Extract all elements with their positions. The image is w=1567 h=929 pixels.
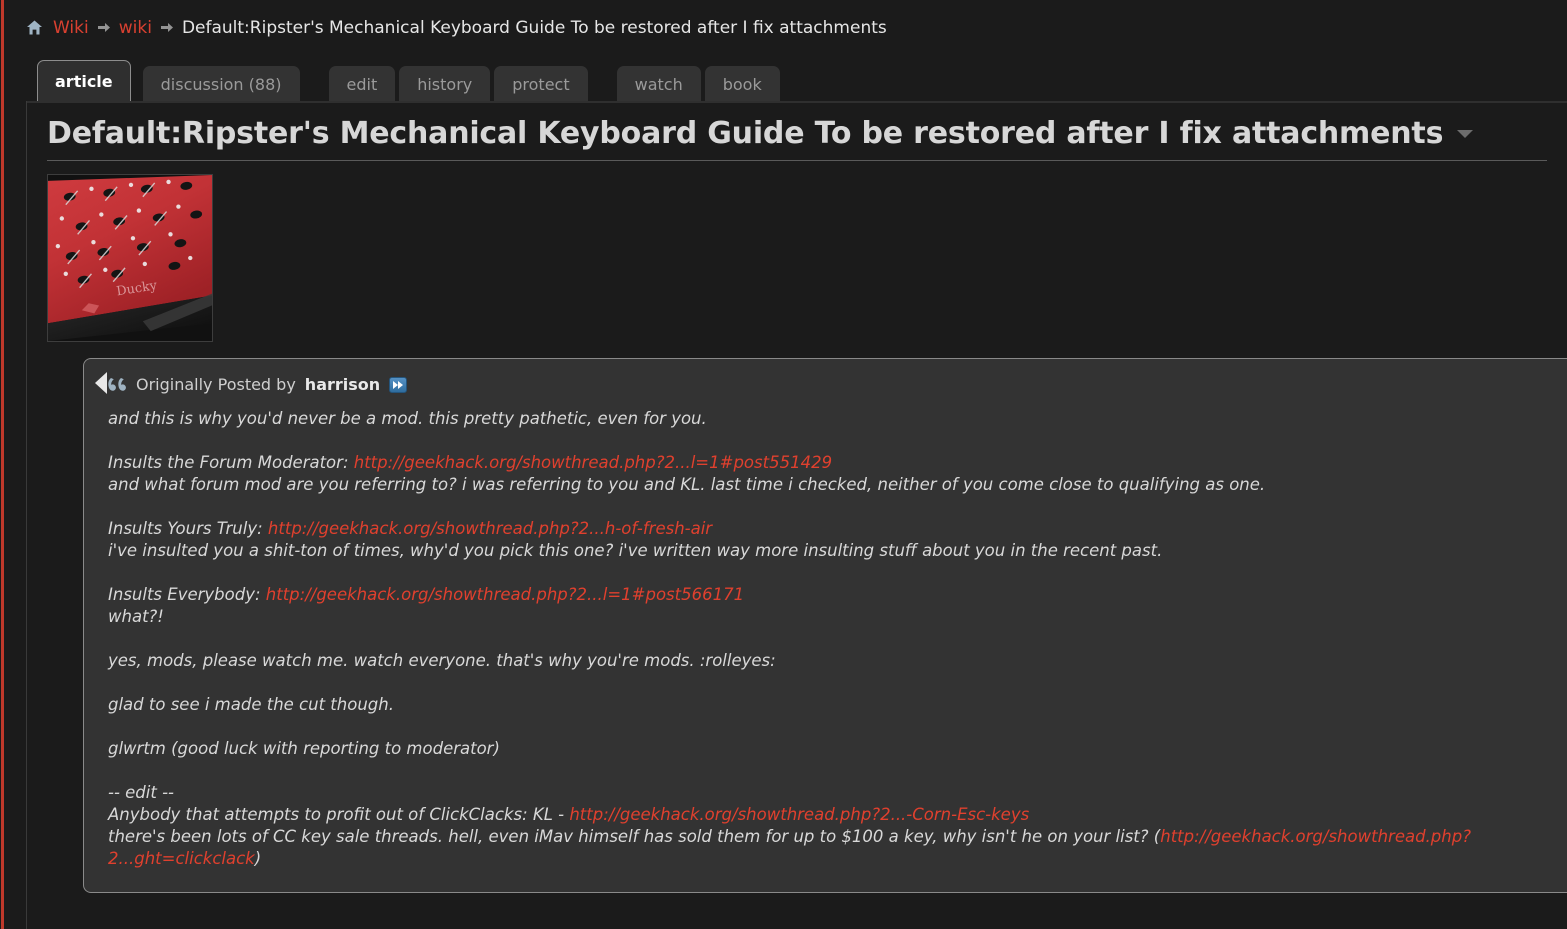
quote-line: Insults Everybody: http://geekhack.org/s… xyxy=(108,585,744,604)
quote-paragraph-6: glad to see i made the cut though. xyxy=(108,694,1567,716)
tab-edit[interactable]: edit xyxy=(328,66,396,101)
quote-text: Insults Yours Truly: xyxy=(108,519,268,538)
quote-line: glad to see i made the cut though. xyxy=(108,695,394,714)
quote-attribution: Originally Posted by harrison xyxy=(104,375,1567,394)
quote-paragraph-edit: -- edit -- Anybody that attempts to prof… xyxy=(108,782,1567,870)
title-row: Default:Ripster's Mechanical Keyboard Gu… xyxy=(27,102,1567,151)
quote-text: there's been lots of CC key sale threads… xyxy=(108,827,1161,846)
quote-text-close-paren: ) xyxy=(254,849,262,868)
quote-text: Anybody that attempts to profit out of C… xyxy=(108,805,570,824)
quote-pointer-icon xyxy=(95,372,107,394)
quote-line: -- edit -- xyxy=(108,783,174,802)
quote-line: glwrtm (good luck with reporting to mode… xyxy=(108,739,500,758)
tab-bar: article discussion (88) edit history pro… xyxy=(0,55,1567,101)
quote-attribution-prefix: Originally Posted by xyxy=(136,375,296,394)
breadcrumb-current-page: Default:Ripster's Mechanical Keyboard Gu… xyxy=(181,17,887,38)
quote-paragraph-1: and this is why you'd never be a mod. th… xyxy=(108,408,1567,430)
arrow-right-icon-2 xyxy=(160,21,174,34)
quote-area: Originally Posted by harrison and this i… xyxy=(27,358,1567,893)
quote-line: Insults the Forum Moderator: http://geek… xyxy=(108,453,832,472)
tab-protect[interactable]: protect xyxy=(494,66,588,101)
tab-history[interactable]: history xyxy=(399,66,491,101)
quote-text: Insults Everybody: xyxy=(108,585,266,604)
quote-line: and this is why you'd never be a mod. th… xyxy=(108,409,707,428)
quote-text: Insults the Forum Moderator: xyxy=(108,453,354,472)
quote-line: Anybody that attempts to profit out of C… xyxy=(108,805,1029,824)
quote-link-corn-esc-keys[interactable]: http://geekhack.org/showthread.php?2...-… xyxy=(569,805,1029,824)
quote-line: and what forum mod are you referring to?… xyxy=(108,475,1266,494)
keyboard-pcb-image: Ducky xyxy=(48,175,212,341)
view-post-icon[interactable] xyxy=(389,376,408,393)
quote-line: what?! xyxy=(108,607,164,626)
home-icon[interactable] xyxy=(26,19,43,36)
left-edge-rail xyxy=(1,0,4,929)
quote-block: Originally Posted by harrison and this i… xyxy=(83,358,1567,893)
quote-line: i've insulted you a shit-ton of times, w… xyxy=(108,541,1163,560)
tab-article[interactable]: article xyxy=(37,60,131,101)
page-title: Default:Ripster's Mechanical Keyboard Gu… xyxy=(47,116,1444,151)
tab-watch[interactable]: watch xyxy=(616,66,701,101)
article-panel: Default:Ripster's Mechanical Keyboard Gu… xyxy=(26,93,1567,929)
breadcrumb: Wiki wiki Default:Ripster's Mechanical K… xyxy=(0,0,1567,55)
breadcrumb-item-wiki-root[interactable]: Wiki xyxy=(53,18,89,38)
quote-link-everybody[interactable]: http://geekhack.org/showthread.php?2...l… xyxy=(266,585,744,604)
title-divider xyxy=(47,160,1547,161)
quote-paragraph-2: Insults the Forum Moderator: http://geek… xyxy=(108,452,1567,496)
arrow-right-icon xyxy=(97,21,111,34)
breadcrumb-item-wiki[interactable]: wiki xyxy=(119,18,152,38)
quote-paragraph-4: Insults Everybody: http://geekhack.org/s… xyxy=(108,584,1567,628)
chevron-down-icon[interactable] xyxy=(1457,129,1474,138)
quote-marks-icon xyxy=(108,377,127,392)
quote-line: yes, mods, please watch me. watch everyo… xyxy=(108,651,776,670)
quote-line: Insults Yours Truly: http://geekhack.org… xyxy=(108,519,712,538)
quote-body: and this is why you'd never be a mod. th… xyxy=(104,408,1567,870)
quote-paragraph-5: yes, mods, please watch me. watch everyo… xyxy=(108,650,1567,672)
quote-paragraph-7: glwrtm (good luck with reporting to mode… xyxy=(108,738,1567,760)
quote-link-moderator[interactable]: http://geekhack.org/showthread.php?2...l… xyxy=(354,453,832,472)
quote-author[interactable]: harrison xyxy=(305,375,380,394)
tab-discussion[interactable]: discussion (88) xyxy=(142,66,300,101)
quote-line: there's been lots of CC key sale threads… xyxy=(108,827,1471,868)
article-thumbnail[interactable]: Ducky xyxy=(47,174,213,342)
tab-book[interactable]: book xyxy=(704,66,780,101)
quote-paragraph-3: Insults Yours Truly: http://geekhack.org… xyxy=(108,518,1567,562)
quote-link-yours-truly[interactable]: http://geekhack.org/showthread.php?2...h… xyxy=(268,519,712,538)
